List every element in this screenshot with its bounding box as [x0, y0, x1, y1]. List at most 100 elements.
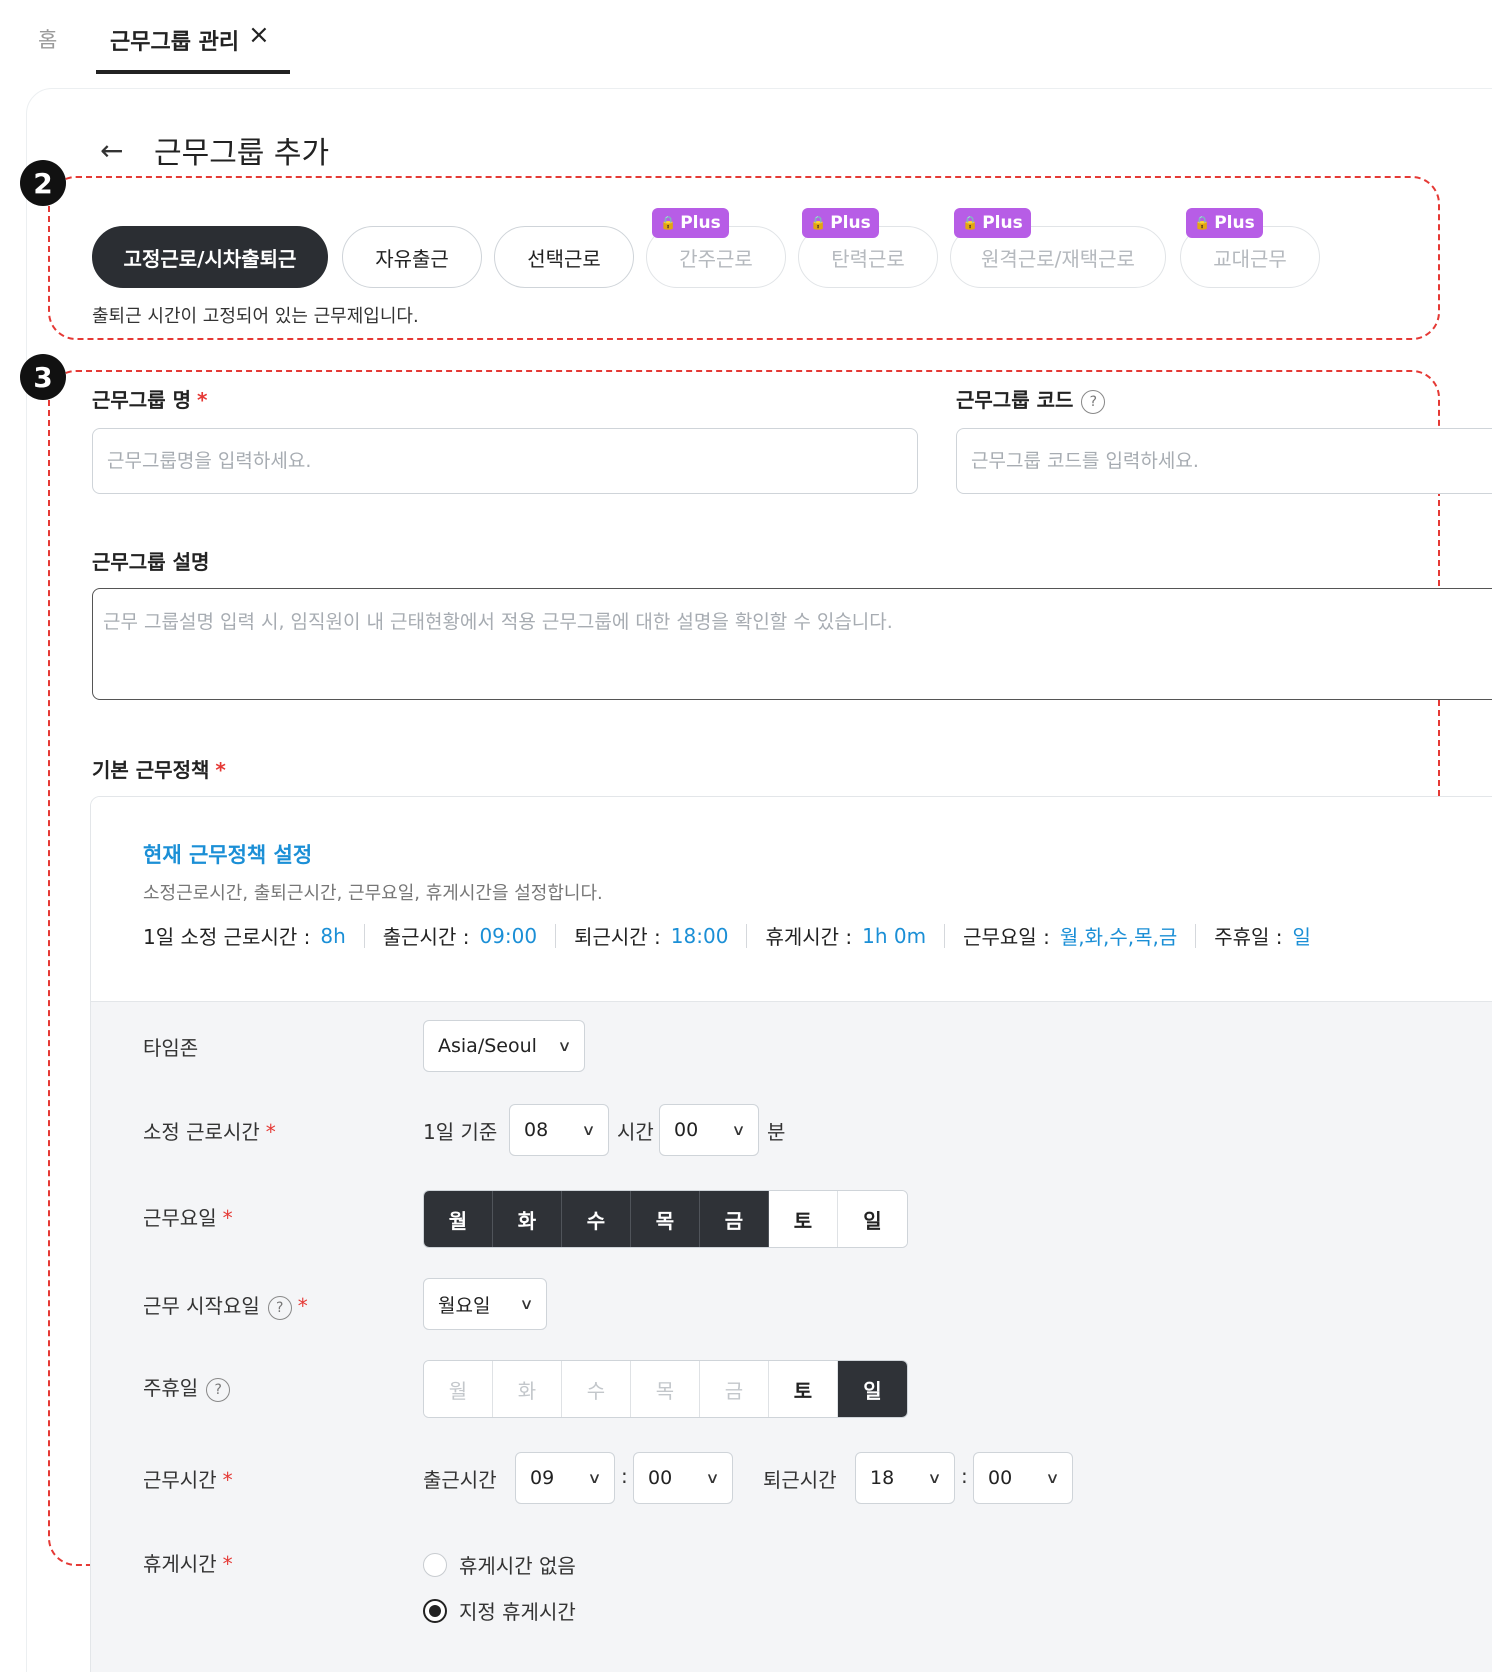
lock-icon: 🔒	[660, 215, 677, 231]
start-day-select[interactable]: 월요일 ∨	[423, 1278, 547, 1330]
chevron-down-icon: ∨	[1045, 1469, 1060, 1487]
summary-key: 1일 소정 근로시간 :	[143, 925, 311, 949]
day-mon[interactable]: 월	[424, 1191, 493, 1247]
arrow-left-icon[interactable]: ←	[100, 134, 123, 167]
group-name-input[interactable]	[92, 428, 918, 494]
clock-out-hour-select[interactable]: 18 ∨	[855, 1452, 955, 1504]
minutes-select[interactable]: 00 ∨	[659, 1104, 759, 1156]
tab-home[interactable]: 홈	[38, 24, 57, 54]
radio-button-checked[interactable]	[423, 1598, 447, 1623]
chip-free-attendance[interactable]: 자유출근	[342, 226, 482, 288]
summary-key: 퇴근시간 :	[574, 925, 661, 949]
chevron-down-icon: ∨	[557, 1037, 572, 1055]
summary-value: 월,화,수,목,금	[1059, 925, 1178, 949]
summary-key: 근무요일 :	[963, 925, 1050, 949]
clock-in-minute-select[interactable]: 00 ∨	[633, 1452, 733, 1504]
day-sun[interactable]: 일	[838, 1191, 907, 1247]
chip-fixed-work[interactable]: 고정근로/시차출퇴근	[92, 226, 328, 288]
close-icon[interactable]: ×	[248, 22, 270, 48]
help-icon[interactable]: ?	[206, 1377, 231, 1402]
work-days-toggle: 월 화 수 목 금 토 일	[423, 1190, 908, 1248]
holiday-mon: 월	[424, 1361, 493, 1417]
summary-key: 출근시간 :	[382, 925, 470, 949]
chevron-down-icon: ∨	[927, 1469, 942, 1487]
break-time-label: 휴게시간 *	[143, 1552, 233, 1576]
divider	[1195, 923, 1197, 948]
clock-in-hour-select[interactable]: 09 ∨	[515, 1452, 615, 1504]
plus-badge: 🔒 Plus	[652, 208, 729, 238]
day-sat[interactable]: 토	[769, 1191, 838, 1247]
break-fixed-option[interactable]: 지정 휴게시간	[423, 1596, 576, 1625]
help-icon[interactable]: ?	[267, 1295, 292, 1320]
work-days-label: 근무요일 *	[143, 1206, 233, 1230]
clock-out-minute-select[interactable]: 00 ∨	[973, 1452, 1073, 1504]
lock-icon: 🔒	[962, 215, 979, 231]
holiday-sat[interactable]: 토	[769, 1361, 838, 1417]
chevron-down-icon: ∨	[519, 1295, 534, 1313]
day-thu[interactable]: 목	[631, 1191, 700, 1247]
hours-prefix: 1일 기준	[423, 1120, 498, 1144]
plus-badge: 🔒 Plus	[954, 208, 1031, 238]
policy-summary: 1일 소정 근로시간 : 8h 출근시간 : 09:00 퇴근시간 : 18:00 휴…	[143, 921, 1311, 950]
time-colon: :	[621, 1464, 628, 1488]
hours-unit: 시간	[617, 1120, 654, 1144]
work-hours-label: 소정 근로시간 *	[143, 1120, 276, 1144]
timezone-label: 타임존	[143, 1036, 199, 1060]
annotation-badge-2: 2	[20, 160, 66, 206]
group-code-input[interactable]	[956, 428, 1492, 494]
tab-bar: 홈 근무그룹 관리 ×	[0, 0, 1492, 76]
divider	[363, 923, 365, 948]
hours-select[interactable]: 08 ∨	[509, 1104, 609, 1156]
summary-value: 09:00	[479, 923, 538, 948]
chevron-down-icon: ∨	[581, 1121, 596, 1139]
policy-settings-section: 타임존 Asia/Seoul ∨ 소정 근로시간 * 1일 기준 08 ∨ 시간 00…	[91, 1001, 1492, 1672]
time-colon: :	[961, 1464, 968, 1488]
policy-panel: 현재 근무정책 설정 소정근로시간, 출퇴근시간, 근무요일, 휴게시간을 설정…	[90, 796, 1492, 1672]
plus-badge: 🔒 Plus	[802, 208, 879, 238]
policy-summary-section: 현재 근무정책 설정 소정근로시간, 출퇴근시간, 근무요일, 휴게시간을 설정…	[91, 797, 1492, 1001]
group-name-label: 근무그룹 명 *	[92, 388, 208, 412]
group-description-textarea[interactable]	[92, 588, 1492, 700]
timezone-select[interactable]: Asia/Seoul ∨	[423, 1020, 585, 1072]
break-none-option[interactable]: 휴게시간 없음	[423, 1550, 576, 1579]
clock-in-label: 출근시간	[423, 1468, 497, 1492]
tab-label: 근무그룹 관리	[110, 30, 240, 55]
help-icon[interactable]: ?	[1081, 389, 1106, 414]
summary-value: 8h	[320, 923, 346, 948]
day-fri[interactable]: 금	[700, 1191, 769, 1247]
annotation-badge-3: 3	[20, 354, 66, 400]
tab-work-group-management[interactable]: 근무그룹 관리 ×	[96, 0, 290, 74]
divider	[944, 923, 946, 948]
summary-key: 주휴일 :	[1214, 925, 1283, 949]
chevron-down-icon: ∨	[731, 1121, 746, 1139]
holiday-wed: 수	[562, 1361, 631, 1417]
holiday-fri: 금	[700, 1361, 769, 1417]
page-title: 근무그룹 추가	[154, 136, 330, 171]
lock-icon: 🔒	[810, 215, 827, 231]
summary-value: 일	[1292, 925, 1311, 949]
lock-icon: 🔒	[1194, 215, 1211, 231]
work-time-label: 근무시간 *	[143, 1468, 233, 1492]
policy-settings-link[interactable]: 현재 근무정책 설정	[143, 839, 312, 869]
summary-value: 1h 0m	[862, 923, 927, 948]
policy-description: 소정근로시간, 출퇴근시간, 근무요일, 휴게시간을 설정합니다.	[143, 883, 603, 904]
divider	[746, 923, 748, 948]
radio-button[interactable]	[423, 1552, 447, 1577]
minutes-unit: 분	[767, 1120, 786, 1144]
summary-key: 휴게시간 :	[765, 925, 853, 949]
weekly-holiday-label: 주휴일?	[143, 1372, 231, 1402]
chip-selective-work[interactable]: 선택근로	[494, 226, 634, 288]
plus-badge: 🔒 Plus	[1186, 208, 1263, 238]
day-wed[interactable]: 수	[562, 1191, 631, 1247]
weekly-holiday-toggle: 월 화 수 목 금 토 일	[423, 1360, 908, 1418]
day-tue[interactable]: 화	[493, 1191, 562, 1247]
holiday-thu: 목	[631, 1361, 700, 1417]
start-day-label: 근무 시작요일? *	[143, 1294, 308, 1320]
chevron-down-icon: ∨	[705, 1469, 720, 1487]
summary-value: 18:00	[670, 923, 729, 948]
clock-out-label: 퇴근시간	[763, 1468, 837, 1492]
chevron-down-icon: ∨	[587, 1469, 602, 1487]
work-type-description: 출퇴근 시간이 고정되어 있는 근무제입니다.	[92, 306, 419, 327]
divider	[555, 923, 557, 948]
holiday-sun[interactable]: 일	[838, 1361, 907, 1417]
